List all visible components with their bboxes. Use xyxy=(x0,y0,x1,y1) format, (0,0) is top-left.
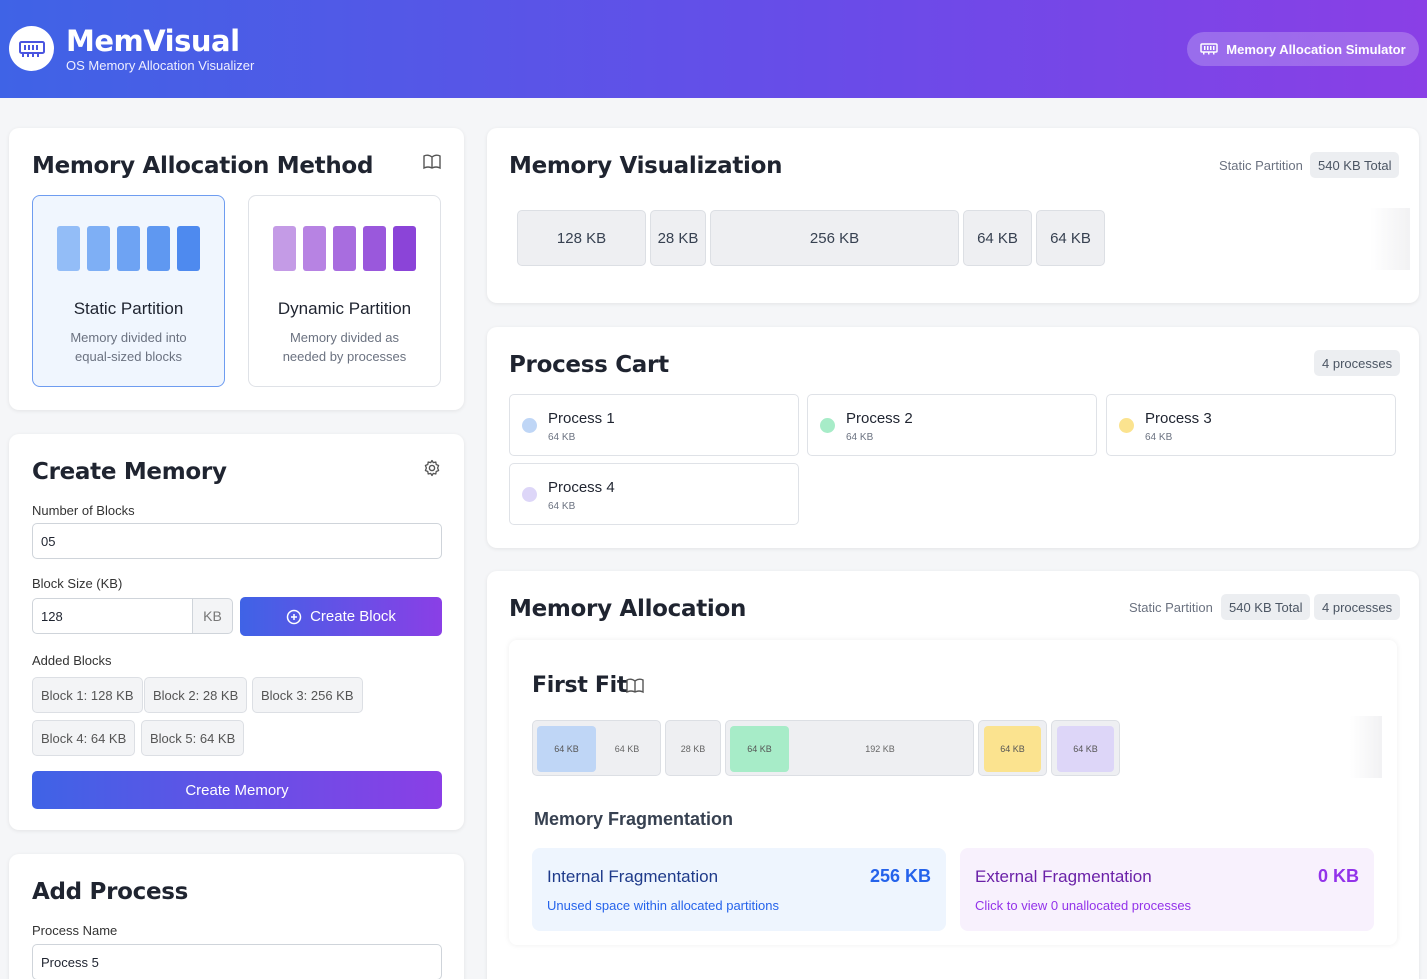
book-icon[interactable] xyxy=(625,676,645,696)
static-partition-option[interactable]: Static Partition Memory divided into equ… xyxy=(32,195,225,387)
free-segment: 64 KB xyxy=(614,744,640,754)
block-size-input[interactable]: 128 xyxy=(32,598,193,634)
book-icon[interactable] xyxy=(422,152,442,172)
memory-block[interactable]: 256 KB xyxy=(710,210,959,266)
process-item[interactable]: Process 3 64 KB xyxy=(1106,394,1396,456)
process-name-input[interactable]: Process 5 xyxy=(32,944,442,979)
gear-icon[interactable] xyxy=(422,458,442,478)
allocated-block-5[interactable]: 64 KB xyxy=(1051,720,1120,776)
number-of-blocks-input[interactable]: 05 xyxy=(32,523,442,559)
create-block-button[interactable]: Create Block xyxy=(240,597,442,636)
total-memory-badge: 540 KB Total xyxy=(1310,152,1400,178)
allocated-segment: 64 KB xyxy=(984,726,1041,772)
process-size: 64 KB xyxy=(548,432,576,443)
memory-block[interactable]: 128 KB xyxy=(517,210,646,266)
dynamic-partition-option[interactable]: Dynamic Partition Memory divided as need… xyxy=(248,195,441,387)
process-count-badge: 4 processes xyxy=(1314,350,1401,376)
scroll-fade xyxy=(1370,208,1410,270)
memory-icon xyxy=(1200,43,1219,55)
external-fragmentation-value: 0 KB xyxy=(1317,866,1359,886)
process-name-label: Process Name xyxy=(32,923,118,938)
simulator-label: Memory Allocation Simulator xyxy=(1226,41,1406,57)
method-name: Static Partition xyxy=(73,299,184,318)
app-header: MemVisual OS Memory Allocation Visualize… xyxy=(0,0,1427,98)
allocated-block-2[interactable]: 28 KB xyxy=(665,720,721,776)
process-item[interactable]: Process 4 64 KB xyxy=(509,463,799,525)
memory-visualization-title: Memory Visualization xyxy=(509,153,783,179)
added-block-chip[interactable]: Block 1: 128 KB xyxy=(32,677,143,713)
partition-mode-text: Static Partition xyxy=(1219,158,1303,173)
process-size: 64 KB xyxy=(846,432,874,443)
app-title: MemVisual xyxy=(66,24,240,58)
external-fragmentation-panel[interactable]: External Fragmentation 0 KB Click to vie… xyxy=(960,848,1374,931)
create-block-label: Create Block xyxy=(310,608,396,625)
added-block-chip[interactable]: Block 5: 64 KB xyxy=(141,720,245,756)
added-block-chip[interactable]: Block 2: 28 KB xyxy=(144,677,248,713)
allocation-mode-text: Static Partition xyxy=(1129,600,1213,615)
allocation-method-title: Memory Allocation Method xyxy=(32,153,374,179)
allocated-segment: 64 KB xyxy=(537,726,596,772)
add-process-title: Add Process xyxy=(32,879,189,905)
memory-block[interactable]: 28 KB xyxy=(650,210,706,266)
allocated-segment: 64 KB xyxy=(730,726,789,772)
dynamic-partition-graphic xyxy=(249,226,440,271)
create-memory-label: Create Memory xyxy=(185,781,289,799)
process-color-dot xyxy=(522,487,537,502)
process-item[interactable]: Process 2 64 KB xyxy=(807,394,1097,456)
external-fragmentation-title: External Fragmentation xyxy=(975,867,1152,886)
method-description: Memory divided as needed by processes xyxy=(282,330,407,364)
fragmentation-title: Memory Fragmentation xyxy=(534,809,734,829)
added-blocks-label: Added Blocks xyxy=(32,653,112,668)
allocated-block-3[interactable]: 64 KB 192 KB xyxy=(725,720,974,776)
internal-fragmentation-title: Internal Fragmentation xyxy=(547,867,719,886)
allocated-segment: 64 KB xyxy=(1057,726,1114,772)
unit-addon: KB xyxy=(192,598,233,634)
create-memory-button[interactable]: Create Memory xyxy=(32,771,442,809)
scroll-fade xyxy=(1350,716,1382,778)
process-name: Process 1 xyxy=(548,410,615,427)
process-color-dot xyxy=(1119,418,1134,433)
process-name: Process 3 xyxy=(1145,410,1212,427)
algorithm-title: First Fit xyxy=(532,673,628,698)
memory-allocation-title: Memory Allocation xyxy=(509,596,747,622)
process-size: 64 KB xyxy=(1145,432,1173,443)
process-item[interactable]: Process 1 64 KB xyxy=(509,394,799,456)
block-size-label: Block Size (KB) xyxy=(32,576,123,591)
allocated-block-4[interactable]: 64 KB xyxy=(978,720,1047,776)
app-subtitle: OS Memory Allocation Visualizer xyxy=(66,58,255,73)
external-fragmentation-link[interactable]: Click to view 0 unallocated processes xyxy=(975,898,1191,913)
internal-fragmentation-panel: Internal Fragmentation 256 KB Unused spa… xyxy=(532,848,946,931)
method-description: Memory divided into equal-sized blocks xyxy=(70,330,187,364)
internal-fragmentation-desc: Unused space within allocated partitions xyxy=(547,898,779,913)
simulator-badge[interactable]: Memory Allocation Simulator xyxy=(1187,32,1419,66)
process-name: Process 4 xyxy=(548,479,615,496)
process-size: 64 KB xyxy=(548,501,576,512)
create-memory-title: Create Memory xyxy=(32,459,227,485)
added-block-chip[interactable]: Block 3: 256 KB xyxy=(252,677,363,713)
free-segment: 192 KB xyxy=(865,744,895,754)
allocated-block-1[interactable]: 64 KB 64 KB xyxy=(532,720,661,776)
allocation-total-badge: 540 KB Total xyxy=(1221,594,1311,620)
memory-block[interactable]: 64 KB xyxy=(1036,210,1105,266)
process-name: Process 2 xyxy=(846,410,913,427)
static-partition-graphic xyxy=(33,226,224,271)
memory-chip-logo-icon xyxy=(9,26,54,71)
process-cart-title: Process Cart xyxy=(509,352,669,378)
memory-block[interactable]: 64 KB xyxy=(963,210,1032,266)
plus-circle-icon xyxy=(286,609,302,624)
method-name: Dynamic Partition xyxy=(277,299,412,318)
free-segment: 28 KB xyxy=(680,744,706,754)
internal-fragmentation-value: 256 KB xyxy=(869,866,931,886)
added-block-chip[interactable]: Block 4: 64 KB xyxy=(32,720,136,756)
allocation-count-badge: 4 processes xyxy=(1314,594,1401,620)
process-color-dot xyxy=(522,418,537,433)
blocks-label: Number of Blocks xyxy=(32,503,135,518)
process-color-dot xyxy=(820,418,835,433)
